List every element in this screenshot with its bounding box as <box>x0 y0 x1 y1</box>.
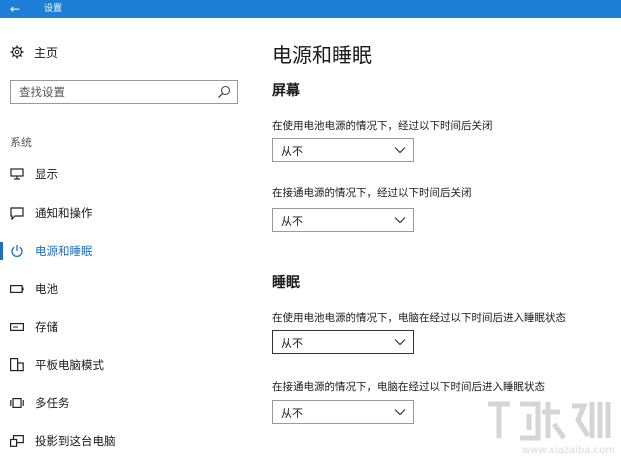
battery-icon <box>10 285 24 293</box>
storage-icon <box>10 323 24 331</box>
watermark-logo-icon <box>488 401 611 441</box>
sleep-section-title: 睡眠 <box>272 275 300 291</box>
sidebar-item-label: 存储 <box>35 320 58 334</box>
search-icon[interactable] <box>217 85 231 99</box>
section-label-system: 系统 <box>10 136 32 149</box>
sleep-plugged-label: 在接通电源的情况下，电脑在经过以下时间后进入睡眠状态 <box>272 381 545 393</box>
notification-icon <box>10 206 24 220</box>
screen-battery-label: 在使用电池电源的情况下，经过以下时间后关闭 <box>272 120 493 132</box>
sidebar-item-multitasking[interactable]: 多任务 <box>0 392 250 414</box>
page-title: 电源和睡眠 <box>272 43 372 67</box>
sidebar-item-label: 通知和操作 <box>35 206 93 220</box>
sidebar-item-label: 平板电脑模式 <box>35 358 104 372</box>
sidebar-item-power-sleep[interactable]: 电源和睡眠 <box>0 240 250 262</box>
sidebar-item-label: 多任务 <box>35 396 70 410</box>
title-bar: ← 设置 <box>0 0 621 18</box>
dropdown-value: 从不 <box>281 337 303 350</box>
sidebar: 主页 系统 显示 通知和操作 <box>0 18 250 458</box>
sidebar-item-label: 显示 <box>35 167 58 181</box>
sidebar-item-notifications[interactable]: 通知和操作 <box>0 202 250 224</box>
back-arrow-icon: ← <box>9 2 21 16</box>
chevron-down-icon <box>394 409 406 416</box>
chevron-down-icon <box>394 339 406 346</box>
multitask-icon <box>10 398 24 408</box>
monitor-icon <box>10 168 24 180</box>
sidebar-item-storage[interactable]: 存储 <box>0 316 250 338</box>
project-icon <box>10 435 24 447</box>
screen-plugged-label: 在接通电源的情况下，经过以下时间后关闭 <box>272 187 472 199</box>
dropdown-value: 从不 <box>281 215 303 228</box>
back-button[interactable]: ← <box>0 0 30 18</box>
sleep-battery-label: 在使用电池电源的情况下，电脑在经过以下时间后进入睡眠状态 <box>272 312 566 324</box>
home-label: 主页 <box>34 45 59 60</box>
watermark-text: www.xiazaiba.com <box>522 445 615 456</box>
chevron-down-icon <box>394 217 406 224</box>
sidebar-item-display[interactable]: 显示 <box>0 163 250 185</box>
sidebar-item-battery[interactable]: 电池 <box>0 278 250 300</box>
window-title: 设置 <box>44 4 63 14</box>
sidebar-item-project[interactable]: 投影到这台电脑 <box>0 430 250 452</box>
sleep-plugged-dropdown[interactable]: 从不 <box>272 400 414 424</box>
sidebar-item-label: 投影到这台电脑 <box>35 434 116 448</box>
power-icon <box>11 245 23 257</box>
screen-plugged-dropdown[interactable]: 从不 <box>272 208 414 232</box>
sidebar-item-label: 电池 <box>35 282 58 296</box>
chevron-down-icon <box>394 147 406 154</box>
sleep-battery-dropdown[interactable]: 从不 <box>272 330 414 354</box>
dropdown-value: 从不 <box>281 145 303 158</box>
dropdown-value: 从不 <box>281 407 303 420</box>
watermark: www.xiazaiba.com <box>480 396 615 456</box>
screen-battery-dropdown[interactable]: 从不 <box>272 138 414 162</box>
tablet-mode-icon <box>10 358 24 372</box>
search-input[interactable] <box>19 84 209 100</box>
home-link[interactable]: 主页 <box>10 42 58 62</box>
sidebar-item-tablet-mode[interactable]: 平板电脑模式 <box>0 354 250 376</box>
search-box[interactable] <box>10 80 238 104</box>
screen-section-title: 屏幕 <box>272 83 300 99</box>
sidebar-item-label: 电源和睡眠 <box>35 244 93 258</box>
gear-icon <box>10 45 24 59</box>
